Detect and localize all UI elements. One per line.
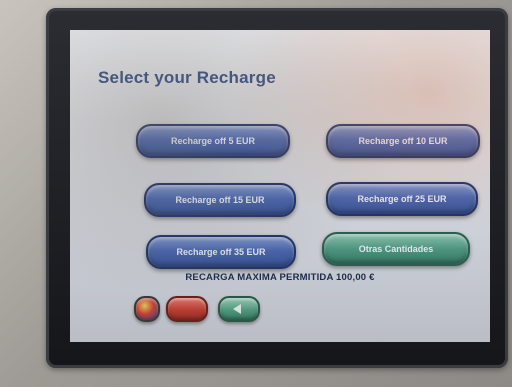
kiosk-housing: Select your Recharge Recharge off 5 EUR … <box>0 0 512 387</box>
recharge-10-eur-button[interactable]: Recharge off 10 EUR <box>326 124 480 158</box>
touch-screen: Select your Recharge Recharge off 5 EUR … <box>70 30 490 342</box>
cancel-button[interactable] <box>166 296 208 322</box>
arrow-left-icon <box>233 304 241 314</box>
max-recharge-notice: RECARGA MAXIMA PERMITIDA 100,00 € <box>185 272 375 283</box>
recharge-25-eur-button[interactable]: Recharge off 25 EUR <box>326 182 478 216</box>
recharge-15-eur-button[interactable]: Recharge off 15 EUR <box>144 183 296 217</box>
recharge-5-eur-button[interactable]: Recharge off 5 EUR <box>136 124 290 158</box>
language-flag-icon[interactable] <box>134 296 160 322</box>
recharge-35-eur-button[interactable]: Recharge off 35 EUR <box>146 235 296 269</box>
back-button[interactable] <box>218 296 260 322</box>
page-title: Select your Recharge <box>98 68 276 87</box>
other-amounts-button[interactable]: Otras Cantidades <box>322 232 470 266</box>
